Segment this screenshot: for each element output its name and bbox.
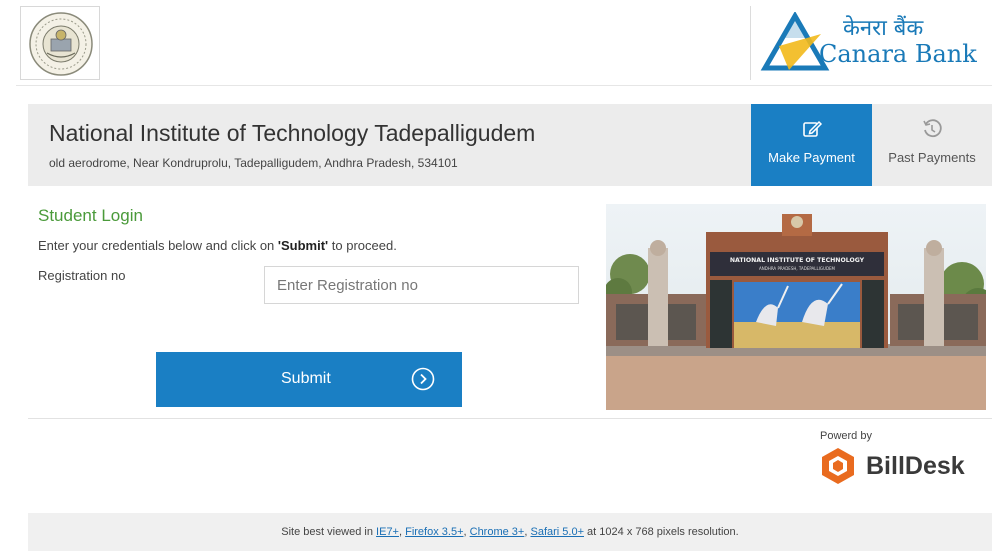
footer-link-firefox[interactable]: Firefox 3.5+ xyxy=(405,526,463,538)
footer-link-chrome[interactable]: Chrome 3+ xyxy=(470,526,525,538)
gate-sign-subtitle: ANDHRA PRADESH, TADEPALLIGUDEM xyxy=(759,266,836,271)
tab-past-payments[interactable]: Past Payments xyxy=(872,104,992,186)
student-login-title: Student Login xyxy=(38,206,143,225)
billdesk-logo: BillDesk xyxy=(818,446,992,486)
billdesk-hexagon-icon xyxy=(822,448,854,484)
bank-name: Canara Bank xyxy=(819,40,977,68)
tab-make-payment-label: Make Payment xyxy=(768,150,855,165)
tab-past-payments-label: Past Payments xyxy=(888,150,976,165)
institute-name: National Institute of Technology Tadepal… xyxy=(49,120,536,146)
payment-page: केनरा बैंक Canara Bank National Institut… xyxy=(0,0,992,556)
institute-title-bar: National Institute of Technology Tadepal… xyxy=(28,104,992,186)
top-header: केनरा बैंक Canara Bank xyxy=(16,0,992,86)
login-instructions: Enter your credentials below and click o… xyxy=(38,238,397,253)
powered-by-label: Powerd by xyxy=(820,430,872,442)
submit-label: Submit xyxy=(281,370,331,387)
bank-name-hindi: केनरा बैंक xyxy=(843,16,924,41)
submit-button[interactable]: Submit xyxy=(156,352,462,407)
registration-label: Registration no xyxy=(38,268,126,283)
gate-sign-title: NATIONAL INSTITUTE OF TECHNOLOGY xyxy=(730,257,865,264)
login-instruction-suffix: to proceed. xyxy=(328,238,397,253)
campus-gate-image: NATIONAL INSTITUTE OF TECHNOLOGY ANDHRA … xyxy=(606,204,986,410)
tab-make-payment[interactable]: Make Payment xyxy=(751,104,872,186)
institute-seal-icon xyxy=(20,6,100,80)
footer-link-safari[interactable]: Safari 5.0+ xyxy=(530,526,584,538)
institute-address: old aerodrome, Near Kondruprolu, Tadepal… xyxy=(49,156,458,170)
registration-input[interactable] xyxy=(264,266,579,304)
content-divider xyxy=(28,418,992,419)
history-icon xyxy=(923,119,942,138)
canara-bank-logo: केनरा बैंक Canara Bank xyxy=(750,6,992,80)
footer-note: Site best viewed in IE7+, Firefox 3.5+, … xyxy=(28,513,992,551)
edit-icon xyxy=(802,120,822,137)
footer-link-ie[interactable]: IE7+ xyxy=(376,526,399,538)
chevron-right-circle-icon xyxy=(411,367,435,391)
login-instruction-prefix: Enter your credentials below and click o… xyxy=(38,238,278,253)
footer-prefix: Site best viewed in xyxy=(281,526,377,538)
footer-suffix: at 1024 x 768 pixels resolution. xyxy=(584,526,739,538)
login-instruction-bold: 'Submit' xyxy=(277,238,329,253)
billdesk-brand: BillDesk xyxy=(866,452,965,480)
